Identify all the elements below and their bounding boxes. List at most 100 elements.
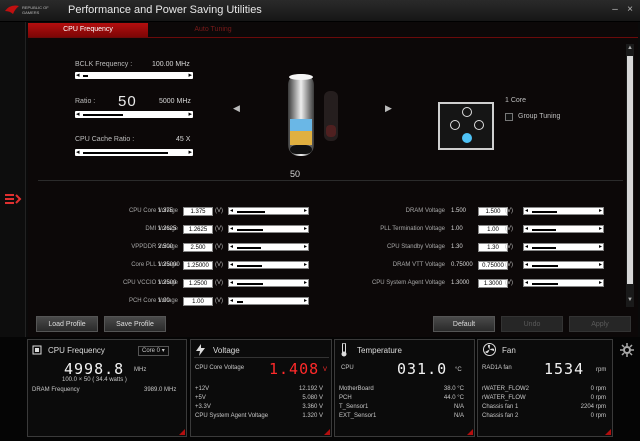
voltage-input[interactable]: 1.375 (183, 207, 213, 216)
slider-right-arrow-icon[interactable]: ▸ (599, 262, 602, 269)
load-profile-button[interactable]: Load Profile (36, 316, 98, 332)
card-expand-icon[interactable] (605, 429, 611, 435)
slider-right-arrow-icon[interactable]: ▸ (599, 280, 602, 287)
voltage-value: 1.25000 (158, 262, 180, 268)
slider-left-arrow-icon[interactable]: ◂ (230, 298, 233, 305)
scroll-down-arrow-icon[interactable]: ▼ (627, 297, 633, 303)
voltage-input[interactable]: 1.00 (183, 297, 213, 306)
voltage-input[interactable]: 1.2500 (183, 279, 213, 288)
voltage-slider[interactable]: ◂ ▸ (228, 207, 309, 215)
voltage-label: DRAM VTT Voltage (392, 262, 445, 268)
slider-right-arrow-icon[interactable]: ▸ (304, 244, 307, 251)
slider-left-arrow-icon[interactable]: ◂ (76, 71, 80, 80)
cpu-frequency-content: BCLK Frequency : 100.00 MHz ◂ ▸ Ratio : … (28, 39, 628, 309)
voltage-slider[interactable]: ◂ ▸ (228, 279, 309, 287)
voltage-input[interactable]: 1.2625 (183, 225, 213, 234)
next-arrow-icon[interactable]: ▶ (385, 103, 392, 114)
cpu-frequency-value: 4998.8 (64, 360, 125, 378)
bclk-slider[interactable]: ◂ ▸ (75, 72, 193, 79)
slider-left-arrow-icon[interactable]: ◂ (230, 208, 233, 215)
reading-label: Chassis fan 2 (482, 413, 519, 419)
ratio-slider-fill (83, 114, 123, 116)
group-tuning-checkbox[interactable] (505, 113, 513, 121)
reading-value: 1.320 V (302, 413, 323, 419)
card-expand-icon[interactable] (467, 429, 473, 435)
slider-left-arrow-icon[interactable]: ◂ (76, 148, 80, 157)
core-dot-selected[interactable] (462, 133, 472, 143)
core-select-dropdown[interactable]: Core 0 ▾ (138, 346, 169, 356)
scrollbar-thumb[interactable] (627, 56, 633, 284)
slider-right-arrow-icon[interactable]: ▸ (304, 280, 307, 287)
voltage-slider[interactable]: ◂ ▸ (228, 261, 309, 269)
voltage-input[interactable]: 1.25000 (183, 261, 213, 270)
slider-right-arrow-icon[interactable]: ▸ (304, 298, 307, 305)
save-profile-button[interactable]: Save Profile (104, 316, 166, 332)
voltage-input[interactable]: 1.00 (478, 225, 508, 234)
brand-line-2: GAMERS (22, 10, 40, 15)
default-button[interactable]: Default (433, 316, 495, 332)
dram-frequency-label: DRAM Frequency (32, 387, 80, 393)
slider-right-arrow-icon[interactable]: ▸ (188, 148, 192, 157)
voltage-slider[interactable]: ◂ ▸ (523, 279, 604, 287)
fan-card: Fan RAD1A fan 1534 rpm rWATER_FLOW2 0 rpm… (477, 339, 613, 437)
card-expand-icon[interactable] (179, 429, 185, 435)
slider-left-arrow-icon[interactable]: ◂ (230, 262, 233, 269)
scrollbar[interactable]: ▲ ▼ (626, 44, 634, 307)
voltage-slider[interactable]: ◂ ▸ (523, 261, 604, 269)
minimize-button[interactable]: – (610, 5, 620, 15)
slider-left-arrow-icon[interactable]: ◂ (525, 244, 528, 251)
slider-left-arrow-icon[interactable]: ◂ (525, 262, 528, 269)
menu-icon[interactable] (4, 192, 22, 206)
slider-right-arrow-icon[interactable]: ▸ (188, 71, 192, 80)
undo-button[interactable]: Undo (501, 316, 563, 332)
apply-button[interactable]: Apply (569, 316, 631, 332)
voltage-input[interactable]: 1.3000 (478, 279, 508, 288)
voltage-unit: (V) (215, 298, 223, 304)
slider-left-arrow-icon[interactable]: ◂ (525, 280, 528, 287)
previous-arrow-icon[interactable]: ◀ (233, 103, 240, 114)
slider-left-arrow-icon[interactable]: ◂ (230, 226, 233, 233)
voltage-input[interactable]: 1.30 (478, 243, 508, 252)
voltage-slider[interactable]: ◂ ▸ (228, 243, 309, 251)
cpu-frequency-title: CPU Frequency (48, 346, 105, 355)
slider-left-arrow-icon[interactable]: ◂ (76, 110, 80, 119)
voltage-slider[interactable]: ◂ ▸ (228, 225, 309, 233)
core-dot[interactable] (474, 120, 484, 130)
voltage-slider[interactable]: ◂ ▸ (523, 243, 604, 251)
voltage-value: 1.3000 (451, 280, 470, 286)
reading-label: rWATER_FLOW2 (482, 386, 530, 392)
voltage-input[interactable]: 0.75000 (478, 261, 508, 270)
tab-cpu-frequency[interactable]: CPU Frequency (28, 23, 148, 37)
cpu-frequency-unit: MHz (134, 367, 147, 373)
core-dot[interactable] (462, 107, 472, 117)
close-button[interactable]: × (625, 5, 635, 15)
cpu-cache-ratio-slider[interactable]: ◂ ▸ (75, 149, 193, 156)
slider-left-arrow-icon[interactable]: ◂ (230, 280, 233, 287)
reading-label: PCH (339, 395, 352, 401)
slider-left-arrow-icon[interactable]: ◂ (525, 226, 528, 233)
gauge-ratio-label: 50 (290, 169, 301, 179)
slider-right-arrow-icon[interactable]: ▸ (304, 262, 307, 269)
gear-icon[interactable] (620, 343, 634, 357)
slider-right-arrow-icon[interactable]: ▸ (304, 226, 307, 233)
slider-right-arrow-icon[interactable]: ▸ (304, 208, 307, 215)
scroll-up-arrow-icon[interactable]: ▲ (627, 45, 633, 51)
voltage-slider[interactable]: ◂ ▸ (523, 207, 604, 215)
core-dot[interactable] (450, 120, 460, 130)
core-selector-graphic[interactable] (438, 102, 494, 150)
voltage-slider[interactable]: ◂ ▸ (523, 225, 604, 233)
slider-left-arrow-icon[interactable]: ◂ (230, 244, 233, 251)
voltage-unit: (V) (505, 226, 513, 232)
tab-auto-tuning[interactable]: Auto Tuning (153, 23, 273, 37)
voltage-input[interactable]: 1.500 (478, 207, 508, 216)
slider-right-arrow-icon[interactable]: ▸ (599, 208, 602, 215)
card-expand-icon[interactable] (324, 429, 330, 435)
slider-right-arrow-icon[interactable]: ▸ (599, 244, 602, 251)
voltage-slider[interactable]: ◂ ▸ (228, 297, 309, 305)
slider-right-arrow-icon[interactable]: ▸ (188, 110, 192, 119)
voltage-input[interactable]: 2.500 (183, 243, 213, 252)
core-count-label: 1 Core (505, 97, 527, 104)
slider-right-arrow-icon[interactable]: ▸ (599, 226, 602, 233)
slider-left-arrow-icon[interactable]: ◂ (525, 208, 528, 215)
ratio-slider[interactable]: ◂ ▸ (75, 111, 193, 118)
